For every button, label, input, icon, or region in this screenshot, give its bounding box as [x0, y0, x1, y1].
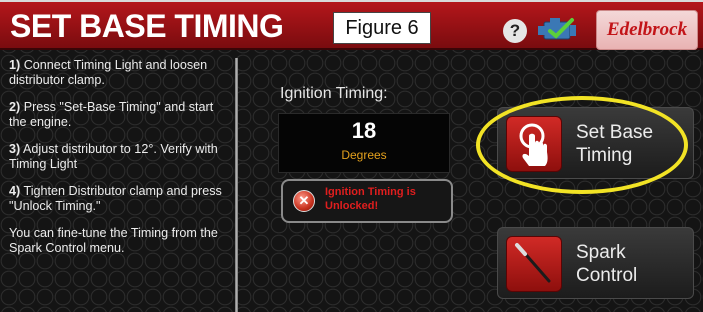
engine-check-icon	[536, 15, 582, 50]
set-base-timing-button[interactable]: Set Base Timing	[497, 107, 694, 179]
spark-control-button[interactable]: Spark Control	[497, 227, 694, 299]
screwdriver-icon	[506, 236, 562, 292]
spark-control-label: Spark Control	[576, 242, 638, 286]
timing-value: 18	[351, 118, 377, 143]
instruction-step-1: 1) Connect Timing Light and loosen distr…	[9, 58, 208, 87]
instruction-note: You can fine-tune the Timing from the Sp…	[9, 226, 218, 255]
timing-unit: Degrees	[341, 148, 387, 162]
edelbrock-logo: Edelbrock	[596, 10, 698, 50]
unlocked-x-icon: ✕	[293, 190, 315, 212]
brand-name: Edelbrock	[606, 19, 688, 40]
instruction-step-4: 4) Tighten Distributor clamp and press "…	[9, 184, 222, 213]
figure-label: Figure 6	[333, 12, 431, 44]
instructions-panel: 1) Connect Timing Light and loosen distr…	[9, 58, 231, 268]
panel-divider	[235, 58, 238, 312]
lock-status-indicator: ✕ Ignition Timing is Unlocked!	[281, 179, 453, 223]
instruction-step-3: 3) Adjust distributor to 12°. Verify wit…	[9, 142, 218, 171]
lock-status-text: Ignition Timing is Unlocked!	[325, 186, 416, 212]
instruction-step-2: 2) Press "Set-Base Timing" and start the…	[9, 100, 214, 129]
set-base-timing-label: Set Base Timing	[576, 122, 654, 166]
timing-readout: 18 Degrees	[278, 113, 450, 173]
page-title: SET BASE TIMING	[10, 8, 284, 44]
timing-screen: SET BASE TIMING Figure 6 ? Edelbrock 1) …	[0, 0, 703, 312]
help-icon[interactable]: ?	[503, 19, 527, 43]
touch-finger-icon	[506, 116, 562, 172]
header-bar: SET BASE TIMING Figure 6 ? Edelbrock	[0, 2, 703, 50]
timing-heading: Ignition Timing:	[280, 85, 388, 102]
